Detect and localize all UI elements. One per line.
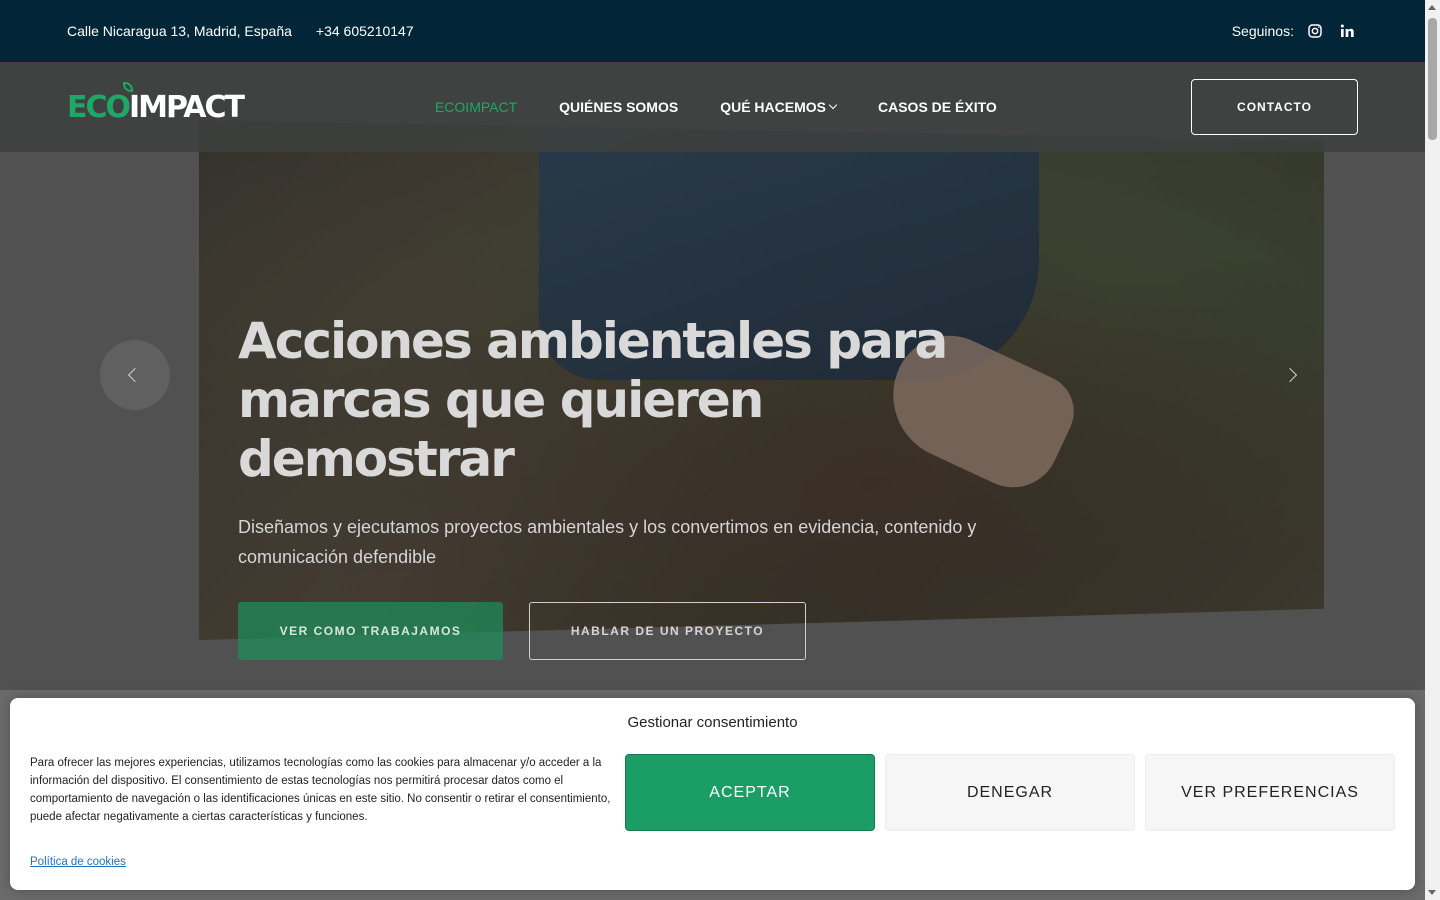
accept-button[interactable]: ACEPTAR [625, 754, 875, 831]
follow-label: Seguinos: [1231, 23, 1294, 39]
nav-menu: ECOIMPACT QUIÉNES SOMOS QUÉ HACEMOS CASO… [435, 99, 997, 115]
hero-subtitle: Diseñamos y ejecutamos proyectos ambient… [238, 517, 977, 567]
cookie-policy-link[interactable]: Política de cookies [30, 856, 126, 868]
hero-section: ECO IMPACT ECOIMPACT QUIÉNES SOMOS QUÉ HA… [0, 62, 1425, 690]
cookie-title: Gestionar consentimiento [627, 714, 798, 731]
slider-prev-button[interactable] [100, 340, 170, 410]
scrollbar-thumb[interactable] [1428, 18, 1437, 140]
nav-item-que-hacemos-label: QUÉ HACEMOS [720, 99, 826, 115]
cookie-message: Para ofrecer las mejores experiencias, u… [30, 757, 611, 823]
chevron-right-icon [1282, 367, 1298, 383]
top-info-bar: Calle Nicaragua 13, Madrid, España +34 6… [0, 0, 1425, 62]
chevron-left-icon [127, 367, 143, 383]
nav-item-casos-de-exito[interactable]: CASOS DE ÉXITO [878, 99, 997, 115]
contact-button[interactable]: CONTACTO [1191, 79, 1358, 135]
main-nav: ECO IMPACT ECOIMPACT QUIÉNES SOMOS QUÉ HA… [0, 62, 1425, 152]
nav-item-quienes-somos[interactable]: QUIÉNES SOMOS [559, 99, 678, 115]
chevron-down-icon [828, 100, 838, 110]
address-text: Calle Nicaragua 13, Madrid, España [67, 23, 292, 39]
deny-button[interactable]: DENEGAR [885, 754, 1135, 831]
preferences-button[interactable]: VER PREFERENCIAS [1145, 754, 1395, 831]
scroll-up-icon[interactable] [1428, 5, 1436, 10]
phone-text[interactable]: +34 605210147 [316, 23, 414, 39]
instagram-icon[interactable] [1304, 20, 1326, 42]
nav-item-ecoimpact[interactable]: ECOIMPACT [435, 99, 517, 115]
page-scrollbar[interactable] [1425, 0, 1440, 900]
social-links: Seguinos: [1232, 20, 1358, 42]
cookie-consent-panel: Gestionar consentimiento Para ofrecer la… [10, 698, 1415, 890]
how-we-work-button[interactable]: VER COMO TRABAJAMOS [238, 602, 503, 660]
logo-impact-text: IMPACT [129, 89, 245, 125]
linkedin-icon[interactable] [1336, 20, 1358, 42]
talk-project-button[interactable]: HABLAR DE UN PROYECTO [529, 602, 806, 660]
ecoimpact-logo[interactable]: ECO IMPACT [67, 81, 245, 125]
hero-title: Acciones ambientales para marcas que qui… [238, 312, 948, 488]
scroll-down-icon[interactable] [1428, 890, 1436, 895]
slider-next-button[interactable] [1270, 340, 1310, 410]
nav-item-que-hacemos[interactable]: QUÉ HACEMOS [720, 99, 838, 115]
logo-eco-text: ECO [67, 89, 131, 125]
